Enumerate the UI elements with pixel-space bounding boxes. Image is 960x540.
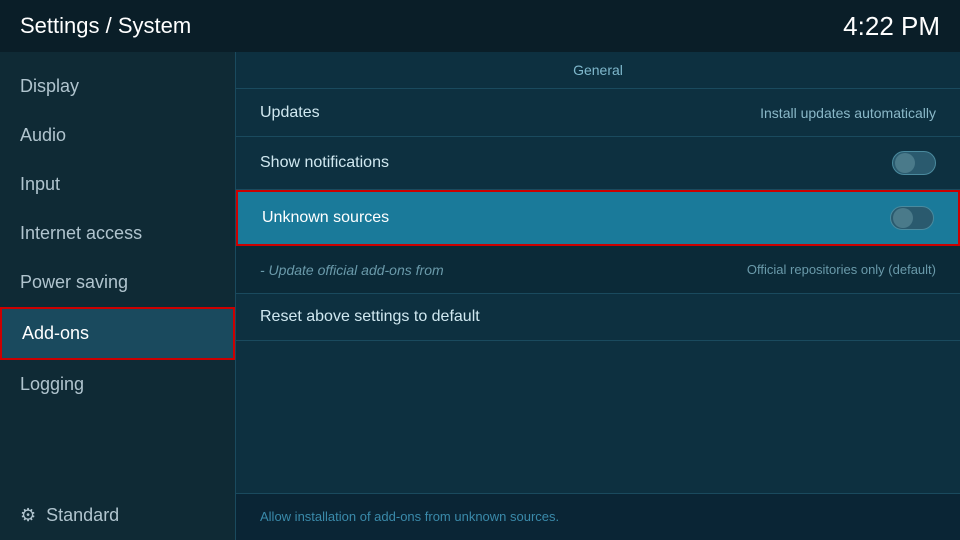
sidebar-item-input[interactable]: Input (0, 160, 235, 209)
sidebar-item-logging[interactable]: Logging (0, 360, 235, 409)
setting-row-updates[interactable]: Updates Install updates automatically (236, 89, 960, 137)
setting-row-update-official-addons[interactable]: - Update official add-ons from Official … (236, 246, 960, 294)
main-layout: Display Audio Input Internet access Powe… (0, 52, 960, 540)
setting-row-unknown-sources[interactable]: Unknown sources (236, 190, 960, 246)
toggle-knob (893, 208, 913, 228)
footer-text: Allow installation of add-ons from unkno… (260, 509, 559, 524)
sidebar-item-label: Input (20, 174, 60, 194)
setting-row-reset[interactable]: Reset above settings to default (236, 294, 960, 341)
sidebar-item-label: Logging (20, 374, 84, 394)
sidebar-footer-label: Standard (46, 505, 119, 526)
app-header: Settings / System 4:22 PM (0, 0, 960, 52)
sidebar-item-label: Power saving (20, 272, 128, 292)
sidebar-item-label: Internet access (20, 223, 142, 243)
setting-label-update-official-addons: - Update official add-ons from (260, 262, 444, 278)
section-header: General (236, 52, 960, 89)
setting-value-update-official-addons: Official repositories only (default) (747, 262, 936, 277)
setting-label-show-notifications: Show notifications (260, 154, 389, 172)
settings-list: Updates Install updates automatically Sh… (236, 89, 960, 493)
sidebar-item-label: Display (20, 76, 79, 96)
reset-label: Reset above settings to default (260, 308, 480, 325)
sidebar-item-add-ons[interactable]: Add-ons (0, 307, 235, 360)
content-footer: Allow installation of add-ons from unkno… (236, 493, 960, 540)
sidebar-item-power-saving[interactable]: Power saving (0, 258, 235, 307)
toggle-show-notifications[interactable] (892, 151, 936, 175)
sidebar-item-label: Audio (20, 125, 66, 145)
content-area: General Updates Install updates automati… (235, 52, 960, 540)
sidebar-item-audio[interactable]: Audio (0, 111, 235, 160)
setting-label-updates: Updates (260, 104, 320, 122)
toggle-unknown-sources[interactable] (890, 206, 934, 230)
page-title: Settings / System (20, 13, 191, 39)
sidebar-item-internet-access[interactable]: Internet access (0, 209, 235, 258)
gear-icon: ⚙ (20, 505, 36, 526)
setting-row-show-notifications[interactable]: Show notifications (236, 137, 960, 190)
toggle-knob (895, 153, 915, 173)
sidebar-footer: ⚙ Standard (0, 491, 235, 540)
sidebar-item-label: Add-ons (22, 323, 89, 343)
setting-value-updates: Install updates automatically (760, 105, 936, 121)
clock: 4:22 PM (843, 11, 940, 42)
setting-label-unknown-sources: Unknown sources (262, 209, 389, 227)
sidebar: Display Audio Input Internet access Powe… (0, 52, 235, 540)
sidebar-item-display[interactable]: Display (0, 62, 235, 111)
